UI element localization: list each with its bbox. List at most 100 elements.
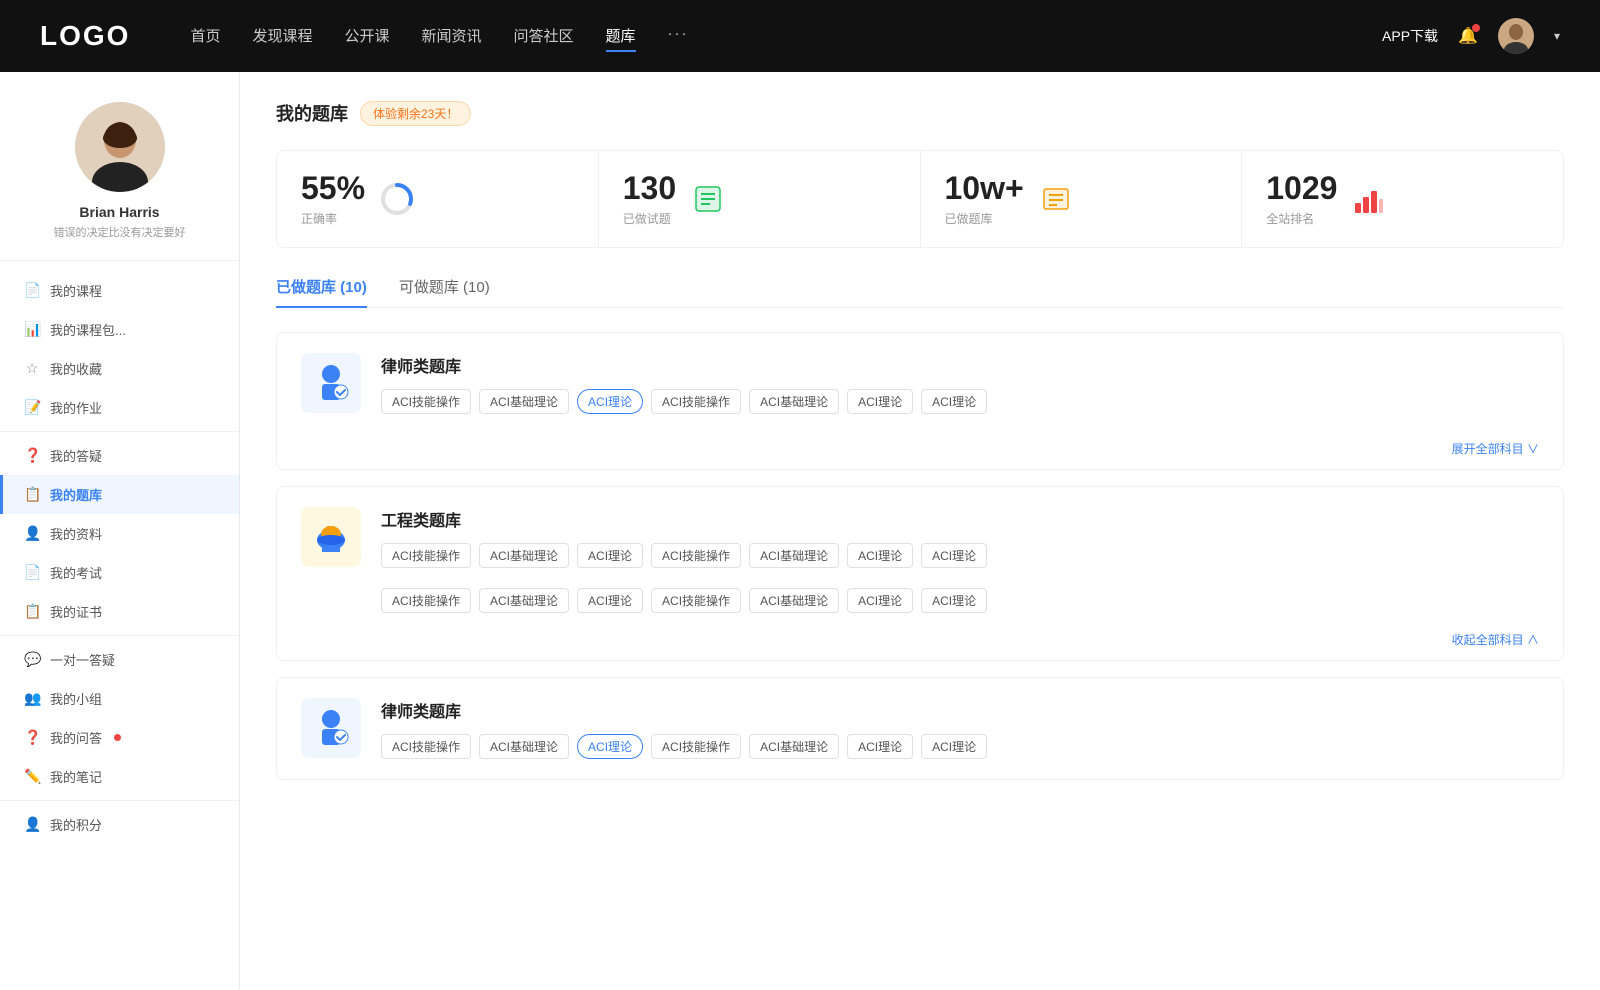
eng-tag-1[interactable]: ACI基础理论: [479, 543, 569, 568]
done-banks-icon: [1038, 181, 1074, 217]
tag-4[interactable]: ACI基础理论: [749, 389, 839, 414]
nav-right: APP下载 🔔 ▾: [1382, 18, 1560, 54]
nav-questionbank[interactable]: 题库: [606, 21, 636, 52]
bank-card-lawyer-1-body: 律师类题库 ACI技能操作 ACI基础理论 ACI理论 ACI技能操作 ACI基…: [381, 353, 1539, 414]
my-points-icon: 👤: [24, 816, 40, 833]
stat-correct-rate: 55% 正确率: [277, 151, 599, 247]
rank-icon: [1351, 181, 1387, 217]
eng-tag-5[interactable]: ACI理论: [847, 543, 913, 568]
bank-card-lawyer-2-body: 律师类题库 ACI技能操作 ACI基础理论 ACI理论 ACI技能操作 ACI基…: [381, 698, 1539, 759]
tag-0[interactable]: ACI技能操作: [381, 389, 471, 414]
sidebar-item-my-exam[interactable]: 📄 我的考试: [0, 553, 239, 592]
nav-qa[interactable]: 问答社区: [514, 21, 574, 52]
sidebar-item-one-on-one[interactable]: 💬 一对一答疑: [0, 640, 239, 679]
tab-done-banks[interactable]: 已做题库 (10): [276, 276, 367, 307]
tag-3[interactable]: ACI技能操作: [651, 389, 741, 414]
tag-2-active[interactable]: ACI理论: [577, 389, 643, 414]
notification-dot: [1472, 24, 1480, 32]
user-menu-chevron[interactable]: ▾: [1554, 29, 1560, 43]
nav-more[interactable]: ···: [668, 21, 689, 52]
sidebar-divider-2: [0, 635, 239, 636]
sidebar-item-my-points[interactable]: 👤 我的积分: [0, 805, 239, 844]
sidebar-menu: 📄 我的课程 📊 我的课程包... ☆ 我的收藏 📝 我的作业 ❓ 我的答疑 �: [0, 261, 239, 854]
eng-extra-tag-6[interactable]: ACI理论: [921, 588, 987, 613]
my-notes-icon: ✏️: [24, 768, 40, 785]
tag-6[interactable]: ACI理论: [921, 389, 987, 414]
law2-tag-0[interactable]: ACI技能操作: [381, 734, 471, 759]
navbar: LOGO 首页 发现课程 公开课 新闻资讯 问答社区 题库 ··· APP下载 …: [0, 0, 1600, 72]
tab-available-banks[interactable]: 可做题库 (10): [399, 276, 490, 307]
sidebar-item-my-qa[interactable]: ❓ 我的答疑: [0, 436, 239, 475]
user-motto: 错误的决定比没有决定要好: [20, 224, 219, 240]
lawyer-2-icon: [301, 698, 361, 758]
law2-tag-1[interactable]: ACI基础理论: [479, 734, 569, 759]
law2-tag-3[interactable]: ACI技能操作: [651, 734, 741, 759]
sidebar-item-my-questionbank[interactable]: 📋 我的题库: [0, 475, 239, 514]
sidebar-item-my-data[interactable]: 👤 我的资料: [0, 514, 239, 553]
sidebar-item-my-questions[interactable]: ❓ 我的问答: [0, 718, 239, 757]
page-header: 我的题库 体验剩余23天！: [276, 100, 1564, 126]
eng-tag-4[interactable]: ACI基础理论: [749, 543, 839, 568]
app-download-button[interactable]: APP下载: [1382, 26, 1438, 46]
user-avatar[interactable]: [1498, 18, 1534, 54]
notification-bell[interactable]: 🔔: [1458, 26, 1478, 46]
my-courses-icon: 📄: [24, 282, 40, 299]
sidebar-item-my-cert[interactable]: 📋 我的证书: [0, 592, 239, 631]
bank-card-lawyer-1-header: 律师类题库 ACI技能操作 ACI基础理论 ACI理论 ACI技能操作 ACI基…: [277, 333, 1563, 434]
lawyer-bank-2-tags: ACI技能操作 ACI基础理论 ACI理论 ACI技能操作 ACI基础理论 AC…: [381, 734, 1539, 759]
bank-card-engineer-header: 工程类题库 ACI技能操作 ACI基础理论 ACI理论 ACI技能操作 ACI基…: [277, 487, 1563, 588]
nav-home[interactable]: 首页: [190, 21, 220, 52]
collapse-engineer[interactable]: 收起全部科目 ∧: [1452, 631, 1539, 648]
logo: LOGO: [40, 20, 130, 52]
my-group-icon: 👥: [24, 690, 40, 707]
eng-tag-0[interactable]: ACI技能操作: [381, 543, 471, 568]
law2-tag-5[interactable]: ACI理论: [847, 734, 913, 759]
question-notification-dot: [114, 734, 121, 741]
law2-tag-4[interactable]: ACI基础理论: [749, 734, 839, 759]
my-questionbank-icon: 📋: [24, 486, 40, 503]
sidebar-item-favorites[interactable]: ☆ 我的收藏: [0, 349, 239, 388]
done-questions-label: 已做试题: [623, 210, 676, 227]
done-banks-value: 10w+: [945, 171, 1024, 206]
eng-extra-tag-5[interactable]: ACI理论: [847, 588, 913, 613]
nav-discover[interactable]: 发现课程: [252, 21, 312, 52]
sidebar-item-course-packages[interactable]: 📊 我的课程包...: [0, 310, 239, 349]
main-layout: Brian Harris 错误的决定比没有决定要好 📄 我的课程 📊 我的课程包…: [0, 72, 1600, 990]
sidebar-item-homework[interactable]: 📝 我的作业: [0, 388, 239, 427]
done-questions-icon: [690, 181, 726, 217]
favorites-icon: ☆: [24, 360, 40, 377]
eng-tag-2[interactable]: ACI理论: [577, 543, 643, 568]
eng-extra-tag-2[interactable]: ACI理论: [577, 588, 643, 613]
homework-icon: 📝: [24, 399, 40, 416]
nav-news[interactable]: 新闻资讯: [422, 21, 482, 52]
one-on-one-icon: 💬: [24, 651, 40, 668]
expand-lawyer-1[interactable]: 展开全部科目 ∨: [1452, 440, 1539, 457]
bank-card-engineer-footer: 收起全部科目 ∧: [277, 625, 1563, 660]
main-content: 我的题库 体验剩余23天！ 55% 正确率: [240, 72, 1600, 990]
tag-1[interactable]: ACI基础理论: [479, 389, 569, 414]
bank-card-lawyer-2: 律师类题库 ACI技能操作 ACI基础理论 ACI理论 ACI技能操作 ACI基…: [276, 677, 1564, 780]
eng-extra-tag-4[interactable]: ACI基础理论: [749, 588, 839, 613]
course-packages-icon: 📊: [24, 321, 40, 338]
nav-open-course[interactable]: 公开课: [344, 21, 389, 52]
sidebar-item-my-courses[interactable]: 📄 我的课程: [0, 271, 239, 310]
law2-tag-2-active[interactable]: ACI理论: [577, 734, 643, 759]
eng-extra-tag-3[interactable]: ACI技能操作: [651, 588, 741, 613]
engineer-bank-tags: ACI技能操作 ACI基础理论 ACI理论 ACI技能操作 ACI基础理论 AC…: [381, 543, 1539, 568]
eng-tag-6[interactable]: ACI理论: [921, 543, 987, 568]
eng-extra-tag-0[interactable]: ACI技能操作: [381, 588, 471, 613]
stat-done-banks: 10w+ 已做题库: [921, 151, 1243, 247]
tag-5[interactable]: ACI理论: [847, 389, 913, 414]
stat-rank: 1029 全站排名: [1242, 151, 1563, 247]
my-exam-icon: 📄: [24, 564, 40, 581]
lawyer-bank-2-title: 律师类题库: [381, 698, 1539, 722]
law2-tag-6[interactable]: ACI理论: [921, 734, 987, 759]
bank-card-lawyer-1-footer: 展开全部科目 ∨: [277, 434, 1563, 469]
lawyer-bank-1-title: 律师类题库: [381, 353, 1539, 377]
sidebar-item-my-notes[interactable]: ✏️ 我的笔记: [0, 757, 239, 796]
sidebar-item-my-group[interactable]: 👥 我的小组: [0, 679, 239, 718]
eng-extra-tag-1[interactable]: ACI基础理论: [479, 588, 569, 613]
my-cert-icon: 📋: [24, 603, 40, 620]
eng-tag-3[interactable]: ACI技能操作: [651, 543, 741, 568]
sidebar-profile: Brian Harris 错误的决定比没有决定要好: [0, 102, 239, 261]
